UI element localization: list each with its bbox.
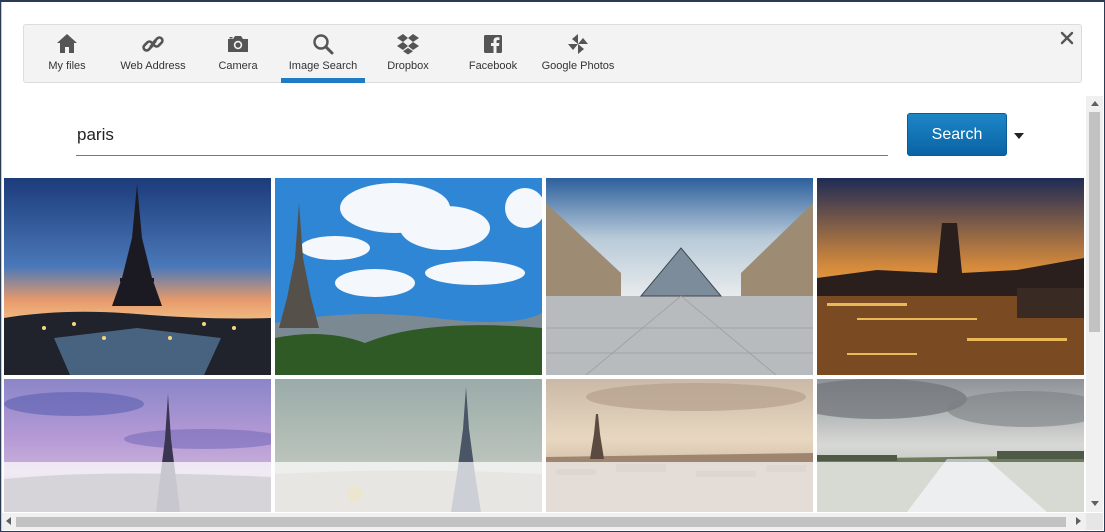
image-results-grid (4, 178, 1085, 512)
result-image-eiffel-purple[interactable] (4, 379, 271, 512)
home-icon (55, 32, 79, 56)
result-image-seine-cloudy[interactable] (817, 379, 1084, 512)
tab-image-search[interactable]: Image Search (280, 25, 366, 83)
tab-label: My files (48, 60, 86, 72)
dropbox-icon (396, 32, 420, 56)
tab-web-address[interactable]: Web Address (110, 25, 196, 82)
vertical-scrollbar[interactable] (1086, 96, 1103, 512)
pinwheel-icon (566, 32, 590, 56)
horizontal-scrollbar[interactable] (2, 513, 1086, 530)
tab-label: Camera (218, 60, 258, 72)
search-icon (311, 32, 335, 56)
search-field-wrapper (76, 114, 888, 156)
chevron-down-icon[interactable] (1014, 133, 1024, 139)
tab-facebook[interactable]: Facebook (450, 25, 536, 82)
close-icon[interactable] (1059, 30, 1075, 46)
result-image-notre-dame[interactable] (817, 178, 1084, 375)
tab-label: Dropbox (387, 60, 429, 72)
result-image-eiffel-haze[interactable] (275, 379, 542, 512)
scroll-down-icon[interactable] (1091, 501, 1099, 506)
scroll-right-icon[interactable] (1076, 517, 1081, 525)
result-image-eiffel-dusk[interactable] (4, 178, 271, 375)
tab-camera[interactable]: Camera (195, 25, 281, 82)
search-input[interactable] (76, 122, 876, 148)
horizontal-scroll-thumb[interactable] (16, 517, 1066, 527)
vertical-scroll-thumb[interactable] (1089, 112, 1100, 332)
tab-label: Image Search (288, 60, 358, 72)
scroll-left-icon[interactable] (6, 517, 11, 525)
link-icon (141, 32, 165, 56)
scrollbar-corner (1086, 513, 1103, 530)
camera-icon (226, 32, 250, 56)
result-image-louvre[interactable] (546, 178, 813, 375)
active-tab-indicator (281, 78, 365, 83)
tab-label: Facebook (468, 60, 518, 72)
facebook-icon (481, 32, 505, 56)
result-image-eiffel-clouds[interactable] (275, 178, 542, 375)
tab-my-files[interactable]: My files (24, 25, 110, 82)
search-button[interactable]: Search (907, 113, 1007, 156)
tab-label: Google Photos (541, 60, 615, 72)
tab-google-photos[interactable]: Google Photos (535, 25, 621, 82)
tab-dropbox[interactable]: Dropbox (365, 25, 451, 82)
result-image-paris-skyline[interactable] (546, 379, 813, 512)
scroll-up-icon[interactable] (1091, 101, 1099, 106)
tab-label: Web Address (120, 60, 186, 72)
file-picker-dialog: My files Web Address Camera Image Search (1, 2, 1104, 531)
source-tab-bar: My files Web Address Camera Image Search (23, 24, 1082, 83)
